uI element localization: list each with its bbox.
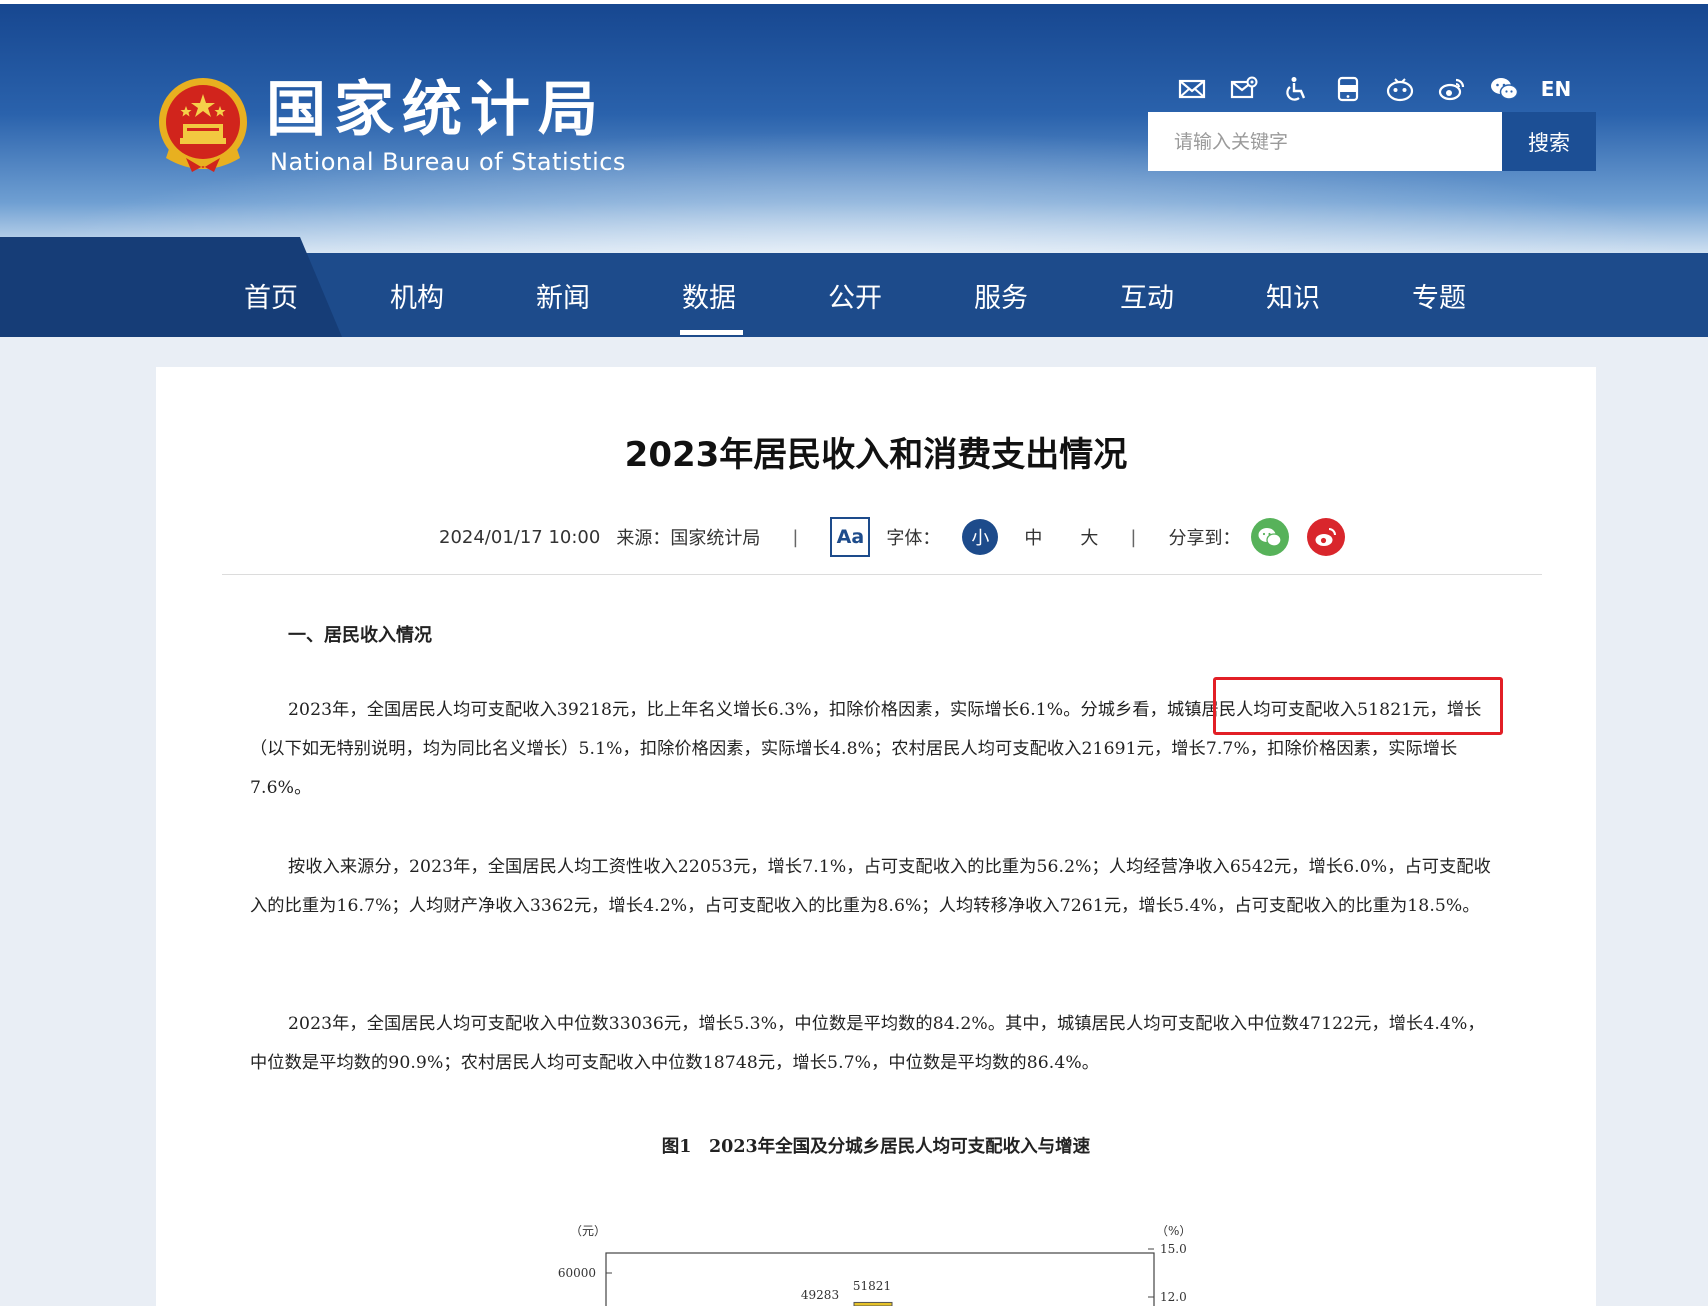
app-icon[interactable] (1322, 72, 1374, 106)
y-right-unit-label: （%） (1156, 1224, 1191, 1238)
income-chart: （元） （%） 60000 15.0 12.0 49283 51821 (558, 1224, 1191, 1306)
data-label: 49283 (801, 1288, 839, 1302)
bar (853, 1301, 893, 1306)
header-tools: EN (1166, 72, 1582, 106)
nav-items: 首页 机构 新闻 数据 公开 服务 互动 知识 专题 (198, 253, 1512, 337)
nav-item-knowledge[interactable]: 知识 (1220, 253, 1366, 337)
article-card: 2023年居民收入和消费支出情况 2024/01/17 10:00 来源：国家统… (156, 367, 1596, 1306)
nav-item-institutions[interactable]: 机构 (344, 253, 490, 337)
language-toggle[interactable]: EN (1530, 77, 1582, 101)
nav-item-data[interactable]: 数据 (636, 253, 782, 337)
wechat-icon[interactable] (1478, 72, 1530, 106)
national-emblem-icon[interactable] (156, 76, 250, 174)
y-left-tick-label: 60000 (558, 1266, 596, 1280)
nav-item-services[interactable]: 服务 (928, 253, 1074, 337)
top-strip (0, 0, 1708, 4)
chart-marks: 60000 15.0 12.0 49283 51821 (558, 1242, 1187, 1306)
mail-settings-icon[interactable] (1218, 72, 1270, 106)
robot-icon[interactable] (1374, 72, 1426, 106)
site-header: 国家统计局 National Bureau of Statistics EN 搜… (0, 0, 1708, 253)
search-input[interactable] (1148, 112, 1502, 171)
logo-english[interactable]: National Bureau of Statistics (270, 148, 626, 176)
nav-item-news[interactable]: 新闻 (490, 253, 636, 337)
search-bar: 搜索 (1148, 112, 1596, 171)
data-label: 51821 (853, 1279, 891, 1293)
weibo-icon[interactable] (1426, 72, 1478, 106)
nav-item-interaction[interactable]: 互动 (1074, 253, 1220, 337)
nav-item-disclosure[interactable]: 公开 (782, 253, 928, 337)
nav-item-topics[interactable]: 专题 (1366, 253, 1512, 337)
accessibility-icon[interactable] (1270, 72, 1322, 106)
y-left-unit-label: （元） (570, 1224, 606, 1238)
search-button[interactable]: 搜索 (1502, 112, 1596, 171)
main-nav: 首页 机构 新闻 数据 公开 服务 互动 知识 专题 (0, 237, 1708, 337)
y-right-tick-label: 15.0 (1160, 1242, 1187, 1256)
mail-icon[interactable] (1166, 72, 1218, 106)
nav-item-home[interactable]: 首页 (198, 253, 344, 337)
y-right-tick-label: 12.0 (1160, 1290, 1187, 1304)
logo-chinese[interactable]: 国家统计局 (266, 78, 606, 142)
